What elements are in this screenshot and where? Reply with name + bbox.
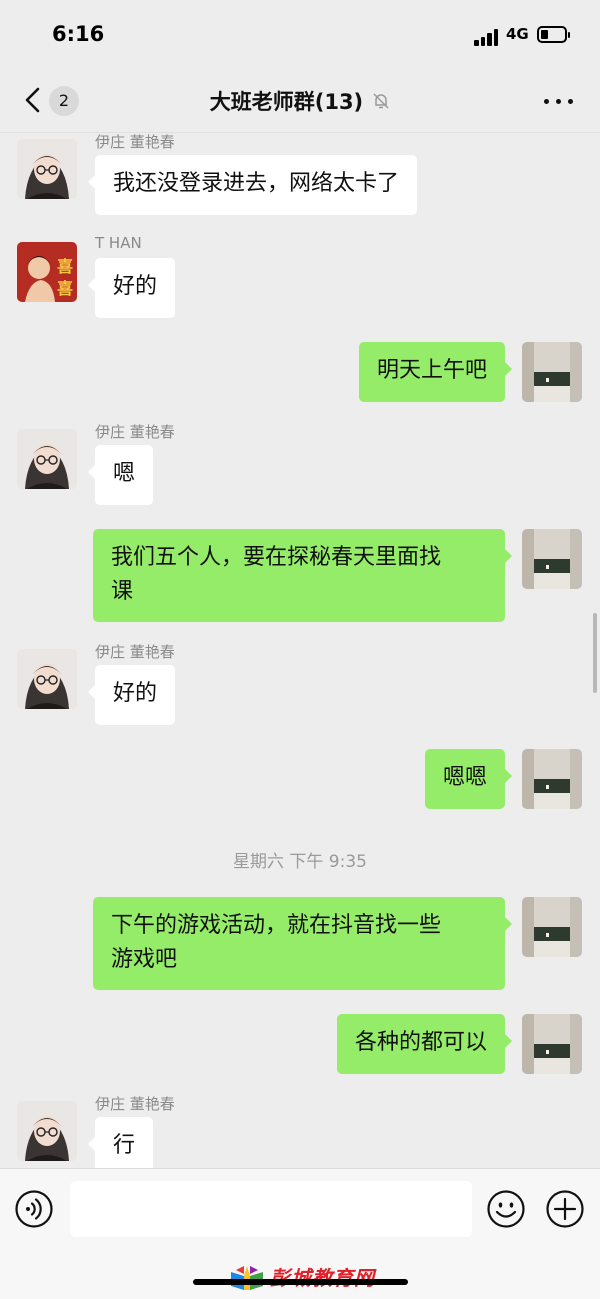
more-icon[interactable] [542, 98, 574, 106]
avatar[interactable] [17, 649, 77, 709]
network-type: 4G [506, 25, 529, 43]
message-bubble[interactable]: 明天上午吧 [358, 342, 513, 402]
message-line: 游戏吧 [111, 947, 178, 972]
message-bubble[interactable]: 嗯 [87, 445, 154, 505]
message-line: 我们五个人，要在探秘春天里面找 [111, 545, 442, 570]
avatar[interactable] [17, 139, 77, 199]
book-logo-icon [231, 1266, 263, 1290]
svg-text:喜: 喜 [57, 257, 73, 276]
avatar[interactable] [522, 1014, 582, 1074]
watermark-text: 彭城教育网 [270, 1266, 375, 1290]
message-bubble[interactable]: 好的 [87, 665, 176, 725]
sender-name: 伊庄 董艳春 [95, 643, 175, 661]
sender-name: 伊庄 董艳春 [95, 133, 175, 151]
chat-title: 大班老师群(13) [209, 90, 364, 114]
title-wrap: 大班老师群(13) [0, 86, 600, 116]
sender-name: 伊庄 董艳春 [95, 1095, 175, 1113]
message-bubble[interactable]: 行 [87, 1117, 154, 1169]
message-list[interactable]: 伊庄 董艳春 我还没登录进去，网络太卡了 喜 喜 T HAN 好的 明天上午吧 … [0, 133, 600, 1169]
message-bubble[interactable]: 我们五个人，要在探秘春天里面找 课 [93, 529, 512, 622]
svg-text:喜: 喜 [57, 279, 73, 298]
chat-header: 2 大班老师群(13) [0, 70, 600, 132]
message-bubble[interactable]: 各种的都可以 [336, 1014, 513, 1074]
scrollbar[interactable] [593, 613, 597, 693]
voice-icon[interactable] [14, 1189, 54, 1229]
status-bar: 6:16 4G [0, 0, 600, 70]
avatar[interactable] [17, 429, 77, 489]
message-bubble[interactable]: 好的 [87, 258, 176, 318]
home-indicator [193, 1279, 408, 1285]
avatar[interactable] [17, 1101, 77, 1161]
battery-icon [537, 26, 570, 43]
emoji-icon[interactable] [486, 1189, 526, 1229]
message-bubble[interactable]: 嗯嗯 [424, 749, 513, 809]
signal-icon [474, 28, 500, 46]
mute-icon [373, 93, 389, 109]
avatar[interactable] [522, 342, 582, 402]
avatar[interactable] [522, 749, 582, 809]
message-bubble[interactable]: 下午的游戏活动，就在抖音找一些 游戏吧 [93, 897, 512, 990]
plus-icon[interactable] [545, 1189, 585, 1229]
avatar[interactable]: 喜 喜 [17, 242, 77, 302]
message-line: 课 [111, 579, 134, 604]
avatar[interactable] [522, 897, 582, 957]
message-line: 下午的游戏活动，就在抖音找一些 [111, 913, 442, 938]
input-bar: 彭城教育网 [0, 1168, 600, 1299]
message-timestamp: 星期六 下午 9:35 [233, 852, 367, 872]
sender-name: T HAN [95, 234, 142, 252]
message-input[interactable] [70, 1181, 472, 1237]
sender-name: 伊庄 董艳春 [95, 423, 175, 441]
status-time: 6:16 [52, 22, 105, 46]
message-bubble[interactable]: 我还没登录进去，网络太卡了 [87, 155, 418, 215]
avatar[interactable] [522, 529, 582, 589]
